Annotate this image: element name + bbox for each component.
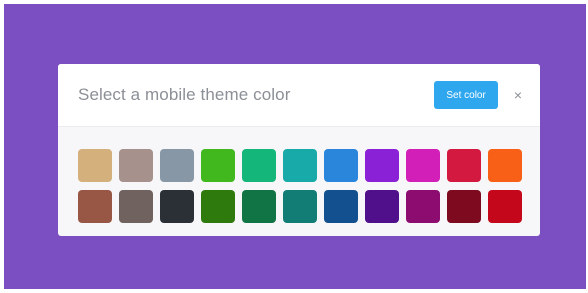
dialog-title: Select a mobile theme color	[78, 85, 291, 104]
set-color-button[interactable]: Set color	[434, 81, 498, 109]
color-swatch[interactable]	[119, 190, 153, 223]
color-swatch[interactable]	[447, 190, 481, 223]
color-swatch[interactable]	[406, 149, 440, 182]
color-swatch[interactable]	[488, 149, 522, 182]
theme-color-dialog: Select a mobile theme color Set color ×	[58, 64, 540, 236]
color-swatch[interactable]	[365, 149, 399, 182]
color-swatch[interactable]	[242, 190, 276, 223]
close-icon[interactable]: ×	[514, 88, 522, 102]
color-swatch[interactable]	[324, 190, 358, 223]
dialog-header: Select a mobile theme color Set color ×	[58, 64, 540, 127]
color-swatch[interactable]	[324, 149, 358, 182]
color-swatch[interactable]	[201, 190, 235, 223]
color-swatch-grid	[78, 149, 522, 223]
color-swatch[interactable]	[447, 149, 481, 182]
color-swatch[interactable]	[283, 190, 317, 223]
color-swatch[interactable]	[160, 149, 194, 182]
color-swatch[interactable]	[406, 190, 440, 223]
purple-backdrop: Select a mobile theme color Set color ×	[0, 0, 588, 293]
color-swatch[interactable]	[160, 190, 194, 223]
color-swatch[interactable]	[78, 190, 112, 223]
color-swatch[interactable]	[283, 149, 317, 182]
color-swatch[interactable]	[119, 149, 153, 182]
color-swatch[interactable]	[78, 149, 112, 182]
color-swatch[interactable]	[242, 149, 276, 182]
color-swatch[interactable]	[488, 190, 522, 223]
color-swatch[interactable]	[365, 190, 399, 223]
color-swatch[interactable]	[201, 149, 235, 182]
